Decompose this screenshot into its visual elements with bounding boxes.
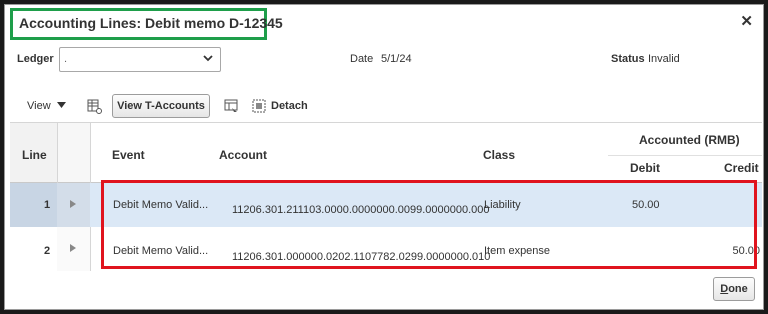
row-account: 11206.301.000000.0202.1107782.0299.00000… xyxy=(232,251,491,263)
accounting-lines-dialog: Accounting Lines: Debit memo D-12345 ✕ L… xyxy=(4,4,764,310)
freeze-icon[interactable] xyxy=(222,97,240,115)
status-value: Invalid xyxy=(648,53,680,65)
col-header-debit[interactable]: Debit xyxy=(630,161,660,175)
ledger-value: . xyxy=(64,53,68,65)
col-header-class[interactable]: Class xyxy=(483,148,515,162)
header-fields: Ledger . Date 5/1/24 Status Invalid xyxy=(5,47,763,75)
row-account: 11206.301.211103.0000.0000000.0099.00000… xyxy=(232,204,490,216)
header-divider xyxy=(608,155,762,156)
caret-down-icon xyxy=(56,102,66,108)
date-value: 5/1/24 xyxy=(381,53,412,65)
col-header-credit[interactable]: Credit xyxy=(724,161,759,175)
expand-icon[interactable] xyxy=(70,244,76,252)
accounting-lines-table: Line Event Account Class Accounted (RMB)… xyxy=(10,122,762,271)
status-label: Status xyxy=(611,53,645,65)
col-header-account[interactable]: Account xyxy=(219,148,267,162)
done-button[interactable]: Done xyxy=(713,277,755,301)
row-expand-cell xyxy=(57,183,90,227)
view-menu-label: View xyxy=(27,100,51,112)
close-icon[interactable]: ✕ xyxy=(740,13,753,31)
row-line-number: 1 xyxy=(44,199,51,211)
row-line-number: 2 xyxy=(44,245,51,257)
row-event: Debit Memo Valid... xyxy=(113,245,209,257)
date-label: Date xyxy=(350,53,374,65)
view-menu[interactable]: View xyxy=(27,100,66,112)
table-row[interactable]: 1 Debit Memo Valid... 11206.301.211103.0… xyxy=(10,183,762,227)
col-header-line[interactable]: Line xyxy=(22,148,47,162)
expand-header-bg xyxy=(57,123,90,182)
dialog-title: Accounting Lines: Debit memo D-12345 xyxy=(19,15,283,31)
ledger-label: Ledger xyxy=(17,53,54,65)
toolbar: View View T-Accounts Detach xyxy=(5,94,763,120)
detach-icon[interactable] xyxy=(250,97,268,115)
view-t-accounts-button[interactable]: View T-Accounts xyxy=(112,94,210,118)
row-credit: 50.00 xyxy=(732,245,760,257)
row-debit: 50.00 xyxy=(632,199,660,211)
row-event: Debit Memo Valid... xyxy=(113,199,209,211)
row-class: Item expense xyxy=(484,245,551,257)
col-header-event[interactable]: Event xyxy=(112,148,145,162)
done-label-rest: one xyxy=(728,283,748,295)
table-row[interactable]: 2 Debit Memo Valid... 11206.301.000000.0… xyxy=(10,227,762,271)
done-mnemonic: D xyxy=(720,283,729,295)
expand-icon[interactable] xyxy=(70,200,76,208)
ledger-select[interactable]: . xyxy=(59,47,221,72)
row-class: Liability xyxy=(484,199,521,211)
table-settings-icon[interactable] xyxy=(85,97,103,115)
detach-button[interactable]: Detach xyxy=(271,100,308,112)
row-expand-cell xyxy=(57,227,90,271)
col-header-accounted: Accounted (RMB) xyxy=(639,133,740,147)
chevron-down-icon xyxy=(202,52,214,67)
